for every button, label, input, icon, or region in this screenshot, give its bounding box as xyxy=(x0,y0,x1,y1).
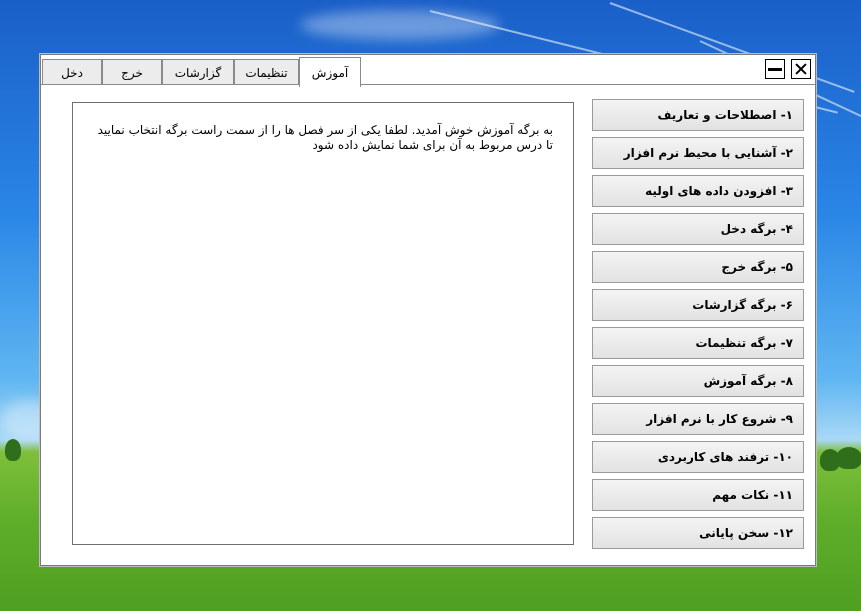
lesson-button-4[interactable]: ۴- برگه دخل xyxy=(592,213,804,245)
lesson-button-6[interactable]: ۶- برگه گزارشات xyxy=(592,289,804,321)
lesson-button-8[interactable]: ۸- برگه آموزش xyxy=(592,365,804,397)
lesson-content-text: به برگه آموزش خوش آمدید. لطفا یکی از سر … xyxy=(97,123,553,152)
tab-settings[interactable]: تنظیمات xyxy=(234,59,299,85)
lesson-content-panel: به برگه آموزش خوش آمدید. لطفا یکی از سر … xyxy=(72,102,574,545)
tab-income-label: دخل xyxy=(61,65,83,80)
minimize-button[interactable] xyxy=(765,59,785,79)
tab-reports[interactable]: گزارشات xyxy=(162,59,234,85)
lesson-button-3[interactable]: ۳- افزودن داده های اولیه xyxy=(592,175,804,207)
lesson-button-2[interactable]: ۲- آشنایی با محیط نرم افزار xyxy=(592,137,804,169)
tab-tutorial[interactable]: آموزش xyxy=(299,57,361,87)
lesson-button-1[interactable]: ۱- اصطلاحات و تعاریف xyxy=(592,99,804,131)
tab-expense[interactable]: خرج xyxy=(102,59,162,85)
tab-tutorial-label: آموزش xyxy=(311,65,349,80)
lesson-button-12[interactable]: ۱۲- سخن پایانی xyxy=(592,517,804,549)
tab-income[interactable]: دخل xyxy=(42,59,102,85)
lesson-button-10[interactable]: ۱۰- ترفند های کاربردی xyxy=(592,441,804,473)
app-window: دخل خرج گزارشات تنظیمات آموزش به برگه آم… xyxy=(40,54,816,566)
tab-settings-label: تنظیمات xyxy=(245,65,288,80)
lesson-button-11[interactable]: ۱۱- نکات مهم xyxy=(592,479,804,511)
tab-divider xyxy=(41,84,815,85)
lesson-button-7[interactable]: ۷- برگه تنظیمات xyxy=(592,327,804,359)
lesson-button-5[interactable]: ۵- برگه خرج xyxy=(592,251,804,283)
tab-expense-label: خرج xyxy=(121,65,143,80)
tab-reports-label: گزارشات xyxy=(174,65,222,80)
lesson-button-9[interactable]: ۹- شروع کار با نرم افزار xyxy=(592,403,804,435)
close-button[interactable] xyxy=(791,59,811,79)
